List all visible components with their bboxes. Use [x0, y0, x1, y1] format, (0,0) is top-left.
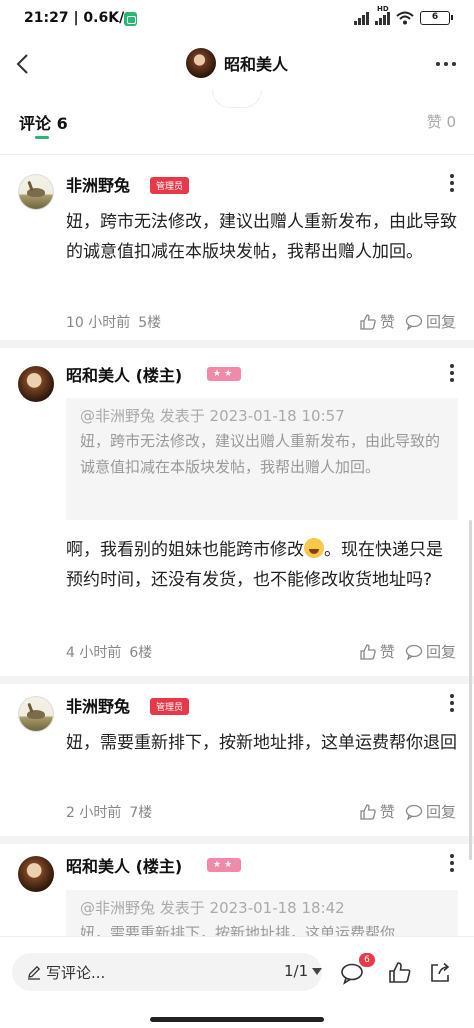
comment-actions: 赞 回复 — [359, 801, 456, 822]
avatar[interactable] — [18, 174, 54, 210]
share-icon[interactable] — [428, 961, 452, 985]
page-title: 昭和美人 — [224, 55, 289, 74]
nav-title-group[interactable]: 昭和美人 — [186, 48, 288, 78]
thumb-up-icon — [360, 643, 376, 660]
comment-time: 2 小时前 — [66, 805, 122, 821]
user-name[interactable]: 昭和美人 (楼主) — [66, 362, 182, 386]
comment-input-placeholder: 写评论... — [46, 964, 106, 982]
signal-icon — [354, 11, 369, 25]
laughing-emoji-icon — [304, 538, 324, 558]
chevron-down-icon[interactable] — [312, 968, 322, 975]
divider — [0, 154, 474, 155]
bottom-bar: 写评论... 1/1 6 — [0, 936, 474, 1028]
battery-icon: 6 — [420, 11, 453, 25]
comment-meta: 4 小时前 6楼 — [66, 642, 160, 662]
comment-actions: 赞 回复 — [359, 311, 456, 332]
more-icon[interactable] — [450, 694, 454, 712]
user-name[interactable]: 非洲野兔 — [66, 693, 130, 717]
list-item: 非洲野兔 管理员 妞，需要重新排下，按新地址排，这单运费帮你退回 2 小时前 7楼… — [0, 684, 474, 836]
list-item: 昭和美人 (楼主) ★★ @非洲野兔 发表于 2023-01-18 10:57 … — [0, 348, 474, 678]
comment-text: 啊，我看别的姐妹也能跨市修改 。现在快递只是预约时间，还没有发货，也不能修改收货地… — [66, 538, 443, 590]
quote-text: 妞，跨市无法修改，建议出赠人重新发布，由此导致的诚意值扣减在本版块发帖，我帮出赠… — [80, 432, 441, 476]
chat-bubble-icon — [405, 644, 423, 661]
floor-number: 7楼 — [129, 805, 153, 821]
avatar[interactable] — [18, 366, 54, 402]
divider — [0, 340, 474, 348]
quote-header: @非洲野兔 发表于 2023-01-18 10:57 — [80, 407, 345, 425]
status-badge: 管理员 — [150, 177, 190, 194]
floor-number: 5楼 — [138, 315, 162, 331]
comment-time: 10 小时前 — [66, 315, 131, 331]
chat-bubble-icon — [405, 314, 423, 331]
comment-input[interactable]: 写评论... 1/1 — [12, 953, 322, 991]
divider — [0, 676, 474, 684]
quote-header: @非洲野兔 发表于 2023-01-18 18:42 — [80, 899, 345, 917]
home-indicator — [150, 1017, 324, 1022]
tab-likes[interactable]: 赞 0 — [427, 111, 456, 132]
tab-comments[interactable]: 评论 6 — [19, 110, 68, 134]
nav-bar: 昭和美人 — [0, 40, 474, 90]
quote-text: 妞，需要重新排下，按新地址排，这单运费帮你 — [80, 924, 396, 936]
comment-actions: 赞 回复 — [359, 641, 456, 662]
comment-time: 4 小时前 — [66, 645, 122, 661]
like-button[interactable]: 赞 — [359, 641, 395, 662]
like-button[interactable]: 赞 — [359, 311, 395, 332]
more-icon[interactable] — [450, 364, 454, 382]
more-icon[interactable] — [436, 62, 456, 66]
status-indicators: HD 6 — [354, 5, 453, 25]
status-time: 21:27 | 0.6K/s — [24, 10, 133, 26]
floor-number: 6楼 — [129, 645, 153, 661]
more-icon[interactable] — [450, 174, 454, 192]
list-item: 昭和美人 (楼主) ★★ @非洲野兔 发表于 2023-01-18 18:42 … — [0, 844, 474, 936]
wifi-icon — [396, 11, 414, 25]
thumb-up-icon[interactable] — [388, 961, 412, 985]
thumb-up-icon — [360, 313, 376, 330]
thumb-up-icon — [360, 803, 376, 820]
comment-meta: 2 小时前 7楼 — [66, 802, 160, 822]
user-name[interactable]: 昭和美人 (楼主) — [66, 853, 182, 877]
pull-handle — [212, 90, 262, 108]
like-button[interactable]: 赞 — [359, 801, 395, 822]
signal-hd-icon: HD — [375, 5, 390, 25]
comment-text: 妞，跨市无法修改，建议出赠人重新发布，由此导致的诚意值扣减在本版块发帖，我帮出赠… — [66, 212, 457, 262]
status-badge: 管理员 — [150, 698, 190, 715]
comment-count-badge: 6 — [359, 953, 375, 967]
status-badge: ★★ — [207, 367, 242, 381]
avatar[interactable] — [18, 696, 54, 732]
tab-bar: 评论 6 赞 0 — [0, 90, 474, 146]
quote-block: @非洲野兔 发表于 2023-01-18 18:42 妞，需要重新排下，按新地址… — [66, 890, 458, 936]
user-name[interactable]: 非洲野兔 — [66, 172, 130, 196]
status-bar: 21:27 | 0.6K/s HD 6 — [0, 0, 474, 40]
tab-active-indicator — [35, 136, 49, 139]
back-arrow-icon[interactable] — [12, 52, 36, 76]
more-icon[interactable] — [450, 854, 454, 872]
divider — [0, 836, 474, 844]
chat-bubble-icon — [405, 804, 423, 821]
quote-block: @非洲野兔 发表于 2023-01-18 10:57 妞，跨市无法修改，建议出赠… — [66, 398, 458, 520]
list-item: 非洲野兔 管理员 妞，跨市无法修改，建议出赠人重新发布，由此导致的诚意值扣减在本… — [0, 160, 474, 346]
page-indicator[interactable]: 1/1 — [284, 962, 308, 980]
comment-meta: 10 小时前 5楼 — [66, 312, 169, 332]
avatar — [186, 48, 216, 78]
avatar[interactable] — [18, 856, 54, 892]
status-badge: ★★ — [207, 858, 242, 872]
scrollbar[interactable] — [469, 520, 472, 860]
comment-text: 妞，需要重新排下，按新地址排，这单运费帮你退回 — [66, 733, 457, 753]
shield-icon — [124, 12, 137, 26]
reply-button[interactable]: 回复 — [405, 641, 456, 662]
reply-button[interactable]: 回复 — [405, 311, 456, 332]
reply-button[interactable]: 回复 — [405, 801, 456, 822]
pencil-icon — [28, 965, 41, 980]
